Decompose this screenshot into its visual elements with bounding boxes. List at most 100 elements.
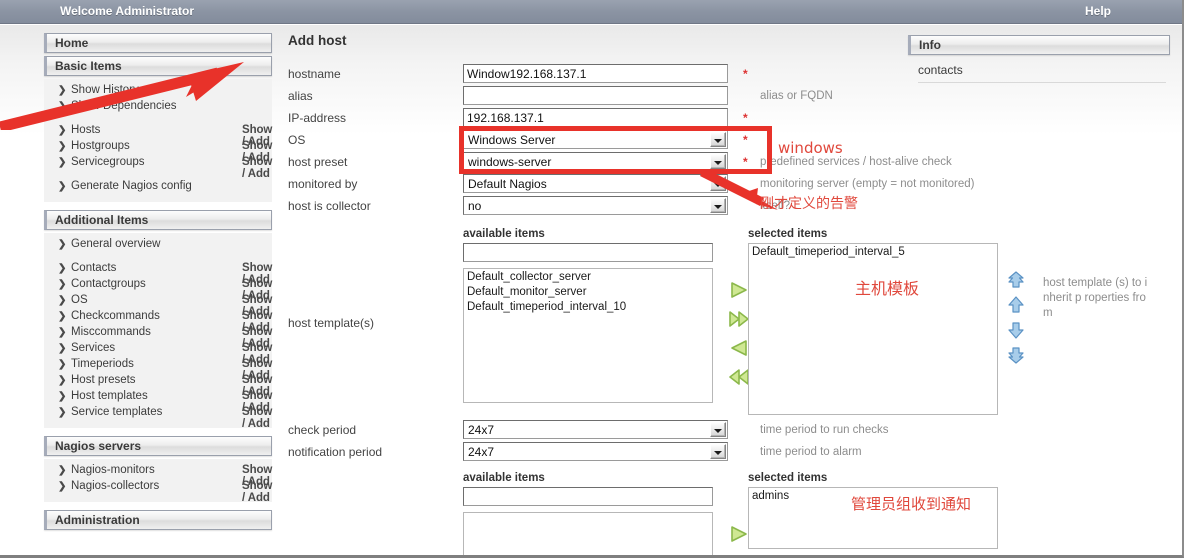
chevron-down-icon[interactable] bbox=[710, 176, 726, 191]
sidebar-item-contacts[interactable]: ❯ Contacts Show / Add bbox=[44, 262, 272, 286]
field-hint: monitoring server (empty = not monitored… bbox=[760, 178, 975, 190]
move-down-icon[interactable] bbox=[1006, 321, 1026, 339]
hostname-input[interactable] bbox=[463, 64, 728, 83]
app-window: Welcome Administrator Help Home Basic It… bbox=[0, 0, 1184, 558]
chevron-down-icon[interactable] bbox=[710, 444, 726, 459]
form-row-host-preset: host preset windows-server * predefined ser… bbox=[288, 152, 988, 174]
list-item[interactable]: Default_collector_server bbox=[467, 270, 709, 285]
contactgroup-available-list[interactable] bbox=[463, 512, 713, 555]
sidebar-section-basic-items[interactable]: Basic Items bbox=[44, 56, 272, 76]
chevron-down-icon[interactable] bbox=[710, 132, 726, 147]
chevron-right-icon: ❯ bbox=[58, 239, 67, 250]
field-label: host preset bbox=[288, 155, 348, 169]
sidebar-item-show-add-link[interactable]: Show / Add bbox=[242, 156, 272, 180]
list-item[interactable]: Default_timeperiod_interval_5 bbox=[752, 245, 994, 260]
move-right-icon[interactable] bbox=[728, 524, 750, 544]
chevron-right-icon: ❯ bbox=[58, 181, 67, 192]
sidebar-item-show-add-link[interactable]: Show / Add bbox=[242, 406, 272, 430]
sidebar-item-os[interactable]: ❯ OS Show / Add bbox=[44, 294, 272, 318]
sidebar-item-label: Service templates bbox=[71, 406, 163, 418]
sidebar-item-label: Services bbox=[71, 342, 116, 354]
sidebar-item-label: Host presets bbox=[71, 374, 136, 386]
contactgroup-selected-list[interactable]: admins bbox=[748, 487, 998, 549]
sidebar-item-hosts[interactable]: ❯ Hosts Show / Add bbox=[44, 124, 272, 148]
sidebar-item-label: Contacts bbox=[71, 262, 117, 274]
field-hint: time period to alarm bbox=[760, 446, 862, 458]
field-control bbox=[463, 64, 728, 83]
field-label: monitored by bbox=[288, 177, 358, 191]
check-period-select[interactable]: 24x7 bbox=[463, 420, 728, 439]
sidebar-item-generate-nagios-config[interactable]: ❯ Generate Nagios config bbox=[44, 180, 272, 196]
sidebar-item-misccommands[interactable]: ❯ Misccommands Show / Add bbox=[44, 326, 272, 350]
move-left-icon[interactable] bbox=[728, 338, 750, 358]
host-template-picker: host template(s) available items Default… bbox=[288, 228, 1147, 418]
selected-items-label: selected items bbox=[748, 228, 828, 240]
move-to-bottom-icon[interactable] bbox=[1006, 346, 1026, 364]
sidebar-item-checkcommands[interactable]: ❯ Checkcommands Show / Add bbox=[44, 310, 272, 334]
monitored-by-select[interactable]: Default Nagios bbox=[463, 174, 728, 193]
field-label: notification period bbox=[288, 445, 383, 459]
ip-address-input[interactable] bbox=[463, 108, 728, 127]
sidebar-item-label: Hosts bbox=[71, 124, 101, 136]
sidebar-item-nagios-collectors[interactable]: ❯ Nagios-collectors Show / Add bbox=[44, 480, 272, 504]
contactgroup-filter-input[interactable] bbox=[463, 487, 713, 506]
sidebar-section-additional-items[interactable]: Additional Items bbox=[44, 210, 272, 230]
field-label: OS bbox=[288, 133, 306, 147]
sidebar-item-label: Checkcommands bbox=[71, 310, 160, 322]
sidebar-item-label: Host templates bbox=[71, 390, 148, 402]
sidebar-item-services[interactable]: ❯ Services Show / Add bbox=[44, 342, 272, 366]
os-select[interactable]: Windows Server bbox=[463, 130, 728, 149]
move-all-left-icon[interactable] bbox=[728, 367, 750, 387]
list-item[interactable]: Default_monitor_server bbox=[467, 285, 709, 300]
host-template-available-list[interactable]: Default_collector_server Default_monitor_… bbox=[463, 268, 713, 403]
chevron-right-icon: ❯ bbox=[58, 101, 67, 112]
sidebar-item-servicegroups[interactable]: ❯ Servicegroups Show / Add bbox=[44, 156, 272, 180]
sidebar-item-show-history[interactable]: ❯ Show History bbox=[44, 84, 272, 100]
field-label: host is collector bbox=[288, 199, 371, 213]
sidebar-item-host-templates[interactable]: ❯ Host templates Show / Add bbox=[44, 390, 272, 414]
form-row-ip-address: IP-address * bbox=[288, 108, 988, 130]
host-is-collector-select[interactable]: no bbox=[463, 196, 728, 215]
help-link[interactable]: Help bbox=[1085, 4, 1111, 18]
sidebar-section-nagios-servers[interactable]: Nagios servers bbox=[44, 436, 272, 456]
required-marker: * bbox=[743, 111, 748, 125]
sidebar-item-general-overview[interactable]: ❯ General overview bbox=[44, 238, 272, 254]
select-value: windows-server bbox=[468, 155, 552, 169]
sidebar-item-contactgroups[interactable]: ❯ Contactgroups Show / Add bbox=[44, 278, 272, 302]
sidebar-item-show-add-link[interactable]: Show / Add bbox=[242, 480, 272, 504]
host-template-selected-list[interactable]: Default_timeperiod_interval_5 bbox=[748, 243, 998, 415]
chevron-down-icon[interactable] bbox=[710, 198, 726, 213]
field-hint: itself? bbox=[760, 200, 791, 212]
host-template-filter-input[interactable] bbox=[463, 243, 713, 262]
contactgroup-selected-label: selected items bbox=[748, 472, 828, 484]
sidebar-item-label: Nagios-monitors bbox=[71, 464, 155, 476]
sidebar-item-host-presets[interactable]: ❯ Host presets Show / Add bbox=[44, 374, 272, 398]
required-marker: * bbox=[743, 133, 748, 147]
sidebar-item-timeperiods[interactable]: ❯ Timeperiods Show / Add bbox=[44, 358, 272, 382]
host-preset-select[interactable]: windows-server bbox=[463, 152, 728, 171]
select-value: Windows Server bbox=[468, 133, 556, 147]
sidebar-item-home[interactable]: Home bbox=[44, 33, 272, 53]
chevron-right-icon: ❯ bbox=[58, 125, 67, 136]
move-all-right-icon[interactable] bbox=[728, 309, 750, 329]
sidebar-section-body: ❯ General overview ❯ Contacts Show / Add ❯ Con… bbox=[44, 233, 272, 430]
sidebar-item-nagios-monitors[interactable]: ❯ Nagios-monitors Show / Add bbox=[44, 464, 272, 488]
move-to-top-icon[interactable] bbox=[1006, 271, 1026, 289]
list-item[interactable]: Default_timeperiod_interval_10 bbox=[467, 300, 709, 315]
chevron-down-icon[interactable] bbox=[710, 154, 726, 169]
chevron-down-icon[interactable] bbox=[710, 422, 726, 437]
info-row[interactable]: contacts bbox=[918, 63, 1166, 83]
alias-input[interactable] bbox=[463, 86, 728, 105]
list-item[interactable]: admins bbox=[752, 489, 994, 504]
sidebar-item-show-dependencies[interactable]: ❯ Show Dependencies bbox=[44, 100, 272, 116]
sidebar-item-service-templates[interactable]: ❯ Service templates Show / Add bbox=[44, 406, 272, 430]
field-hint: alias or FQDN bbox=[760, 90, 833, 102]
move-right-icon[interactable] bbox=[728, 280, 750, 300]
sidebar-item-hostgroups[interactable]: ❯ Hostgroups Show / Add bbox=[44, 140, 272, 164]
sidebar-section-administration[interactable]: Administration bbox=[44, 510, 272, 530]
notification-period-select[interactable]: 24x7 bbox=[463, 442, 728, 461]
sidebar-item-label: Generate Nagios config bbox=[71, 180, 192, 192]
move-up-icon[interactable] bbox=[1006, 296, 1026, 314]
contactgroup-transfer-buttons bbox=[728, 524, 750, 544]
